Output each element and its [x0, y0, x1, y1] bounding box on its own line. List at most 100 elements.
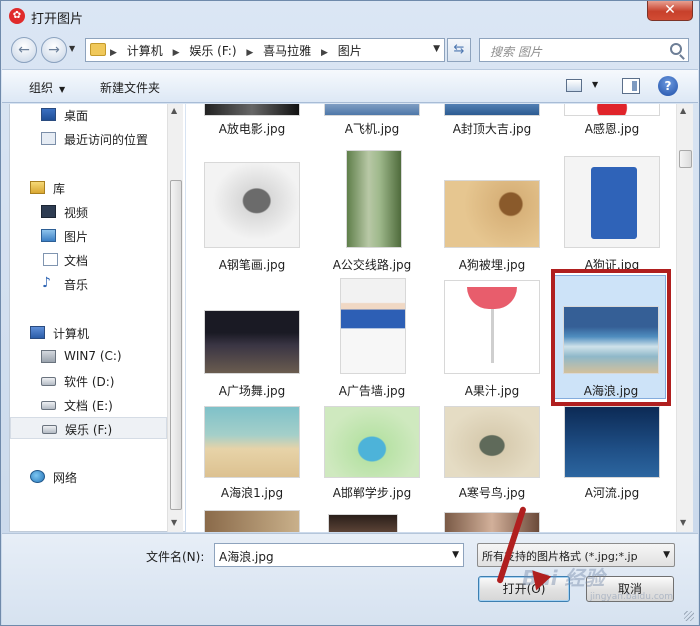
drive-icon — [41, 401, 56, 410]
sidebar-item-drive-c[interactable]: WIN7 (C:) — [10, 346, 167, 368]
sidebar-item-label: 网络 — [53, 471, 78, 485]
file-item[interactable]: A狗被埋.jpg — [436, 150, 548, 274]
refresh-button[interactable]: ⇆ — [447, 38, 471, 62]
help-icon[interactable]: ? — [658, 76, 678, 96]
file-name: A飞机.jpg — [344, 122, 400, 136]
file-item[interactable]: A广告墙.jpg — [316, 276, 428, 400]
breadcrumb-item[interactable]: 喜马拉雅 — [263, 44, 311, 58]
file-thumbnail — [324, 104, 420, 116]
network-icon — [30, 470, 45, 483]
breadcrumb-item[interactable]: 娱乐 (F:) — [189, 44, 236, 58]
sidebar-item-documents[interactable]: 文档 — [10, 249, 167, 271]
scroll-up-icon[interactable]: ▲ — [171, 106, 177, 115]
forward-button[interactable]: → — [41, 37, 67, 63]
view-mode-icon[interactable] — [566, 79, 582, 92]
breadcrumb-item[interactable]: 图片 — [338, 44, 362, 58]
file-thumbnail — [346, 150, 402, 248]
folder-icon — [90, 43, 106, 56]
view-dropdown-icon[interactable]: ▼ — [592, 80, 598, 89]
file-name: A河流.jpg — [584, 486, 640, 500]
address-dropdown-icon[interactable]: ▼ — [433, 44, 440, 54]
music-icon: ♪ — [42, 275, 51, 291]
file-item[interactable]: A海浪1.jpg — [196, 402, 308, 526]
filename-dropdown-icon[interactable]: ▼ — [452, 550, 459, 560]
sidebar-item-label: 文档 (E:) — [64, 399, 113, 413]
filename-value: A海浪.jpg — [219, 550, 274, 564]
file-item[interactable]: A钢笔画.jpg — [196, 150, 308, 274]
recent-places-icon — [41, 132, 56, 145]
file-name: A狗被埋.jpg — [458, 258, 526, 272]
breadcrumb: ▶ 计算机 ▶ 娱乐 (F:) ▶ 喜马拉雅 ▶ 图片 — [110, 42, 368, 59]
sidebar-item-videos[interactable]: 视频 — [10, 201, 167, 223]
file-list-scrollbar[interactable]: ▲ ▼ — [676, 104, 693, 532]
sidebar-item-label: 视频 — [64, 206, 89, 220]
close-button[interactable]: ✕ — [647, 1, 693, 21]
sidebar-item-drive-d[interactable]: 软件 (D:) — [10, 370, 167, 392]
filename-label: 文件名(N): — [146, 550, 205, 564]
breadcrumb-separator-icon[interactable]: ▶ — [246, 48, 253, 58]
file-item[interactable]: A公交线路.jpg — [316, 150, 428, 274]
sidebar-item-drive-e[interactable]: 文档 (E:) — [10, 394, 167, 416]
file-item[interactable]: A寒号鸟.jpg — [436, 402, 548, 526]
sidebar-item-label: 音乐 — [64, 278, 89, 292]
pictures-icon — [41, 229, 56, 242]
sidebar-item-network[interactable]: 网络 — [10, 466, 167, 488]
breadcrumb-separator-icon[interactable]: ▶ — [110, 48, 117, 58]
filename-input[interactable]: A海浪.jpg ▼ — [214, 543, 464, 567]
file-name: A钢笔画.jpg — [218, 258, 286, 272]
history-dropdown-icon[interactable]: ▼ — [69, 44, 75, 53]
search-input[interactable]: 搜索 图片 — [479, 38, 689, 62]
annotation-highlight-box — [551, 269, 671, 406]
sidebar-item-label: 桌面 — [64, 109, 89, 123]
desktop-icon — [41, 108, 56, 121]
sidebar-scroll-thumb[interactable] — [170, 180, 182, 510]
file-item[interactable]: A河流.jpg — [556, 402, 668, 526]
file-thumbnail — [444, 280, 540, 374]
organize-label: 组织 — [29, 81, 54, 95]
sidebar-item-pictures[interactable]: 图片 — [10, 225, 167, 247]
sidebar-item-drive-f[interactable]: 娱乐 (F:) — [10, 417, 167, 439]
title-bar: ✿ 打开图片 ✕ — [1, 1, 699, 31]
file-item[interactable]: A邯郸学步.jpg — [316, 402, 428, 526]
sidebar-item-libraries[interactable]: 库 — [10, 177, 167, 199]
sidebar-item-recent[interactable]: 最近访问的位置 — [10, 128, 167, 150]
drive-icon — [41, 377, 56, 386]
file-thumbnail-partial[interactable] — [328, 514, 398, 532]
address-bar[interactable]: ▶ 计算机 ▶ 娱乐 (F:) ▶ 喜马拉雅 ▶ 图片 ▼ — [85, 38, 445, 62]
sidebar-item-label: 软件 (D:) — [64, 375, 115, 389]
navigation-row: ← → ▼ ▶ 计算机 ▶ 娱乐 (F:) ▶ 喜马拉雅 ▶ 图片 ▼ ⇆ 搜索… — [1, 31, 699, 67]
scroll-down-icon[interactable]: ▼ — [680, 518, 686, 527]
documents-icon — [43, 253, 58, 266]
file-thumbnail — [444, 104, 540, 116]
sidebar-item-desktop[interactable]: 桌面 — [10, 104, 167, 126]
new-folder-button[interactable]: 新建文件夹 — [100, 79, 160, 96]
sidebar-scrollbar[interactable]: ▲ ▼ — [167, 104, 183, 532]
breadcrumb-separator-icon[interactable]: ▶ — [321, 48, 328, 58]
file-thumbnail-partial[interactable] — [444, 512, 540, 532]
scroll-up-icon[interactable]: ▲ — [680, 106, 686, 115]
file-thumbnail — [444, 180, 540, 248]
file-name: A果汁.jpg — [464, 384, 520, 398]
breadcrumb-item[interactable]: 计算机 — [127, 44, 163, 58]
sidebar-item-label: 库 — [53, 182, 66, 196]
sidebar-item-music[interactable]: ♪ 音乐 — [10, 273, 167, 295]
breadcrumb-separator-icon[interactable]: ▶ — [173, 48, 180, 58]
back-button[interactable]: ← — [11, 37, 37, 63]
file-item[interactable]: A广场舞.jpg — [196, 276, 308, 400]
windows-drive-icon — [41, 350, 56, 363]
videos-icon — [41, 205, 56, 218]
preview-pane-icon[interactable] — [622, 78, 640, 94]
glass-shape — [467, 287, 517, 309]
watermark-url: jingyan.baidu.com — [590, 592, 674, 602]
file-thumbnail — [204, 104, 300, 116]
file-item[interactable]: A狗证.jpg — [556, 150, 668, 274]
scroll-down-icon[interactable]: ▼ — [171, 518, 177, 527]
file-thumbnail-partial[interactable] — [204, 510, 300, 532]
file-item[interactable]: A果汁.jpg — [436, 276, 548, 400]
resize-grip-icon[interactable] — [684, 611, 694, 621]
app-icon: ✿ — [9, 8, 25, 24]
sidebar-item-computer[interactable]: 计算机 — [10, 322, 167, 344]
file-list-scroll-thumb[interactable] — [679, 150, 692, 168]
organize-button[interactable]: 组织 ▼ — [29, 79, 65, 96]
file-name: A感恩.jpg — [584, 122, 640, 136]
